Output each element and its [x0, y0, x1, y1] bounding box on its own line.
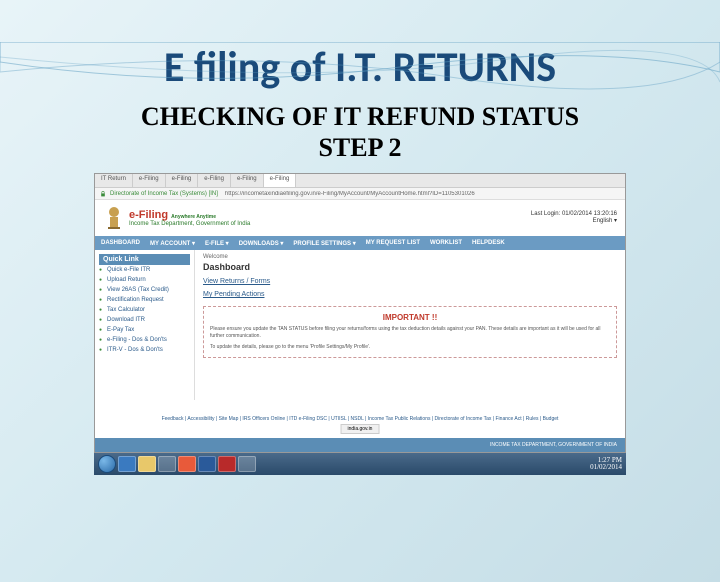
nav-efile[interactable]: E-FILE ▾ — [205, 240, 229, 247]
important-body-1: Please ensure you update the TAN STATUS … — [210, 326, 610, 340]
pending-actions-link[interactable]: My Pending Actions — [203, 291, 617, 298]
browser-tab-strip: IT Return e-Filing e-Filing e-Filing e-F… — [95, 174, 625, 188]
system-tray[interactable]: 1:27 PM 01/02/2014 — [590, 457, 622, 472]
nav-helpdesk[interactable]: HELPDESK — [472, 240, 505, 246]
department-label: Income Tax Department, Government of Ind… — [129, 221, 250, 227]
emblem-icon — [103, 205, 125, 231]
copyright-text: INCOME TAX DEPARTMENT, GOVERNMENT OF IND… — [490, 442, 617, 448]
browser-tab[interactable]: e-Filing — [166, 174, 199, 187]
taskbar-app-icon[interactable] — [158, 456, 176, 472]
browser-tab[interactable]: e-Filing — [198, 174, 231, 187]
pdf-icon[interactable] — [218, 456, 236, 472]
explorer-icon[interactable] — [138, 456, 156, 472]
slide-title: E filing of I.T. RETURNS — [0, 42, 720, 93]
site-header: e-Filing Anywhere Anytime Income Tax Dep… — [95, 200, 625, 236]
subtitle-line-2: STEP 2 — [0, 132, 720, 163]
secure-site-label: Directorate of Income Tax (Systems) [IN] — [110, 191, 218, 197]
nav-my-request-list[interactable]: MY REQUEST LIST — [366, 240, 420, 246]
sidebar-item[interactable]: Tax Calculator — [99, 305, 190, 315]
ie-icon[interactable] — [118, 456, 136, 472]
india-gov-badge[interactable]: india.gov.in — [341, 424, 380, 434]
important-title: IMPORTANT !! — [210, 313, 610, 322]
sidebar-title: Quick Link — [99, 254, 190, 265]
main-panel: Welcome Dashboard View Returns / Forms M… — [195, 250, 625, 400]
nav-dashboard[interactable]: DASHBOARD — [101, 240, 140, 246]
brand-subtext: Anywhere Anytime — [171, 214, 216, 220]
taskbar-app-icon[interactable] — [238, 456, 256, 472]
header-right: Last Login: 01/02/2014 13:20:16 English … — [531, 211, 617, 227]
browser-tab-active[interactable]: e-Filing — [264, 174, 297, 187]
browser-tab[interactable]: IT Return — [95, 174, 133, 187]
important-notice: IMPORTANT !! Please ensure you update th… — [203, 306, 617, 358]
browser-tab[interactable]: e-Filing — [133, 174, 166, 187]
site-footer: INCOME TAX DEPARTMENT, GOVERNMENT OF IND… — [95, 438, 625, 452]
quick-links-sidebar: Quick Link Quick e-File ITR Upload Retur… — [95, 250, 195, 400]
clock-date: 01/02/2014 — [590, 464, 622, 472]
slide-subtitle: CHECKING OF IT REFUND STATUS STEP 2 — [0, 101, 720, 163]
sidebar-item[interactable]: Rectification Request — [99, 295, 190, 305]
language-selector[interactable]: English ▾ — [531, 218, 617, 226]
nav-downloads[interactable]: DOWNLOADS ▾ — [239, 240, 284, 247]
start-button[interactable] — [98, 455, 116, 473]
sidebar-item[interactable]: e-Filing - Dos & Don'ts — [99, 335, 190, 345]
nav-profile-settings[interactable]: PROFILE SETTINGS ▾ — [293, 240, 355, 247]
nav-worklist[interactable]: WORKLIST — [430, 240, 462, 246]
sidebar-item[interactable]: Upload Return — [99, 275, 190, 285]
sidebar-item[interactable]: ITR-V - Dos & Don'ts — [99, 345, 190, 355]
footer-links[interactable]: Feedback | Accessibility | Site Map | IR… — [95, 414, 625, 424]
url-text: https://incometaxindiaefiling.gov.in/e-F… — [225, 191, 621, 197]
lock-icon — [99, 190, 107, 198]
view-returns-link[interactable]: View Returns / Forms — [203, 278, 617, 285]
nav-my-account[interactable]: MY ACCOUNT ▾ — [150, 240, 195, 247]
sidebar-item[interactable]: E-Pay Tax — [99, 325, 190, 335]
browser-tab[interactable]: e-Filing — [231, 174, 264, 187]
important-body-2: To update the details, please go to the … — [210, 344, 610, 351]
subtitle-line-1: CHECKING OF IT REFUND STATUS — [0, 101, 720, 132]
windows-taskbar: 1:27 PM 01/02/2014 — [94, 453, 626, 475]
chrome-icon[interactable] — [178, 456, 196, 472]
sidebar-item[interactable]: View 26AS (Tax Credit) — [99, 285, 190, 295]
main-nav: DASHBOARD MY ACCOUNT ▾ E-FILE ▾ DOWNLOAD… — [95, 236, 625, 250]
content-area: Quick Link Quick e-File ITR Upload Retur… — [95, 250, 625, 400]
address-bar[interactable]: Directorate of Income Tax (Systems) [IN]… — [95, 188, 625, 200]
last-login: Last Login: 01/02/2014 13:20:16 — [531, 211, 617, 219]
browser-screenshot: IT Return e-Filing e-Filing e-Filing e-F… — [94, 173, 626, 453]
dashboard-heading: Dashboard — [203, 262, 617, 272]
sidebar-item[interactable]: Quick e-File ITR — [99, 265, 190, 275]
word-icon[interactable] — [198, 456, 216, 472]
brand-text: e-Filing Anywhere Anytime — [129, 209, 250, 221]
logo-area: e-Filing Anywhere Anytime Income Tax Dep… — [103, 205, 250, 231]
welcome-text: Welcome — [203, 254, 617, 260]
sidebar-item[interactable]: Download ITR — [99, 315, 190, 325]
